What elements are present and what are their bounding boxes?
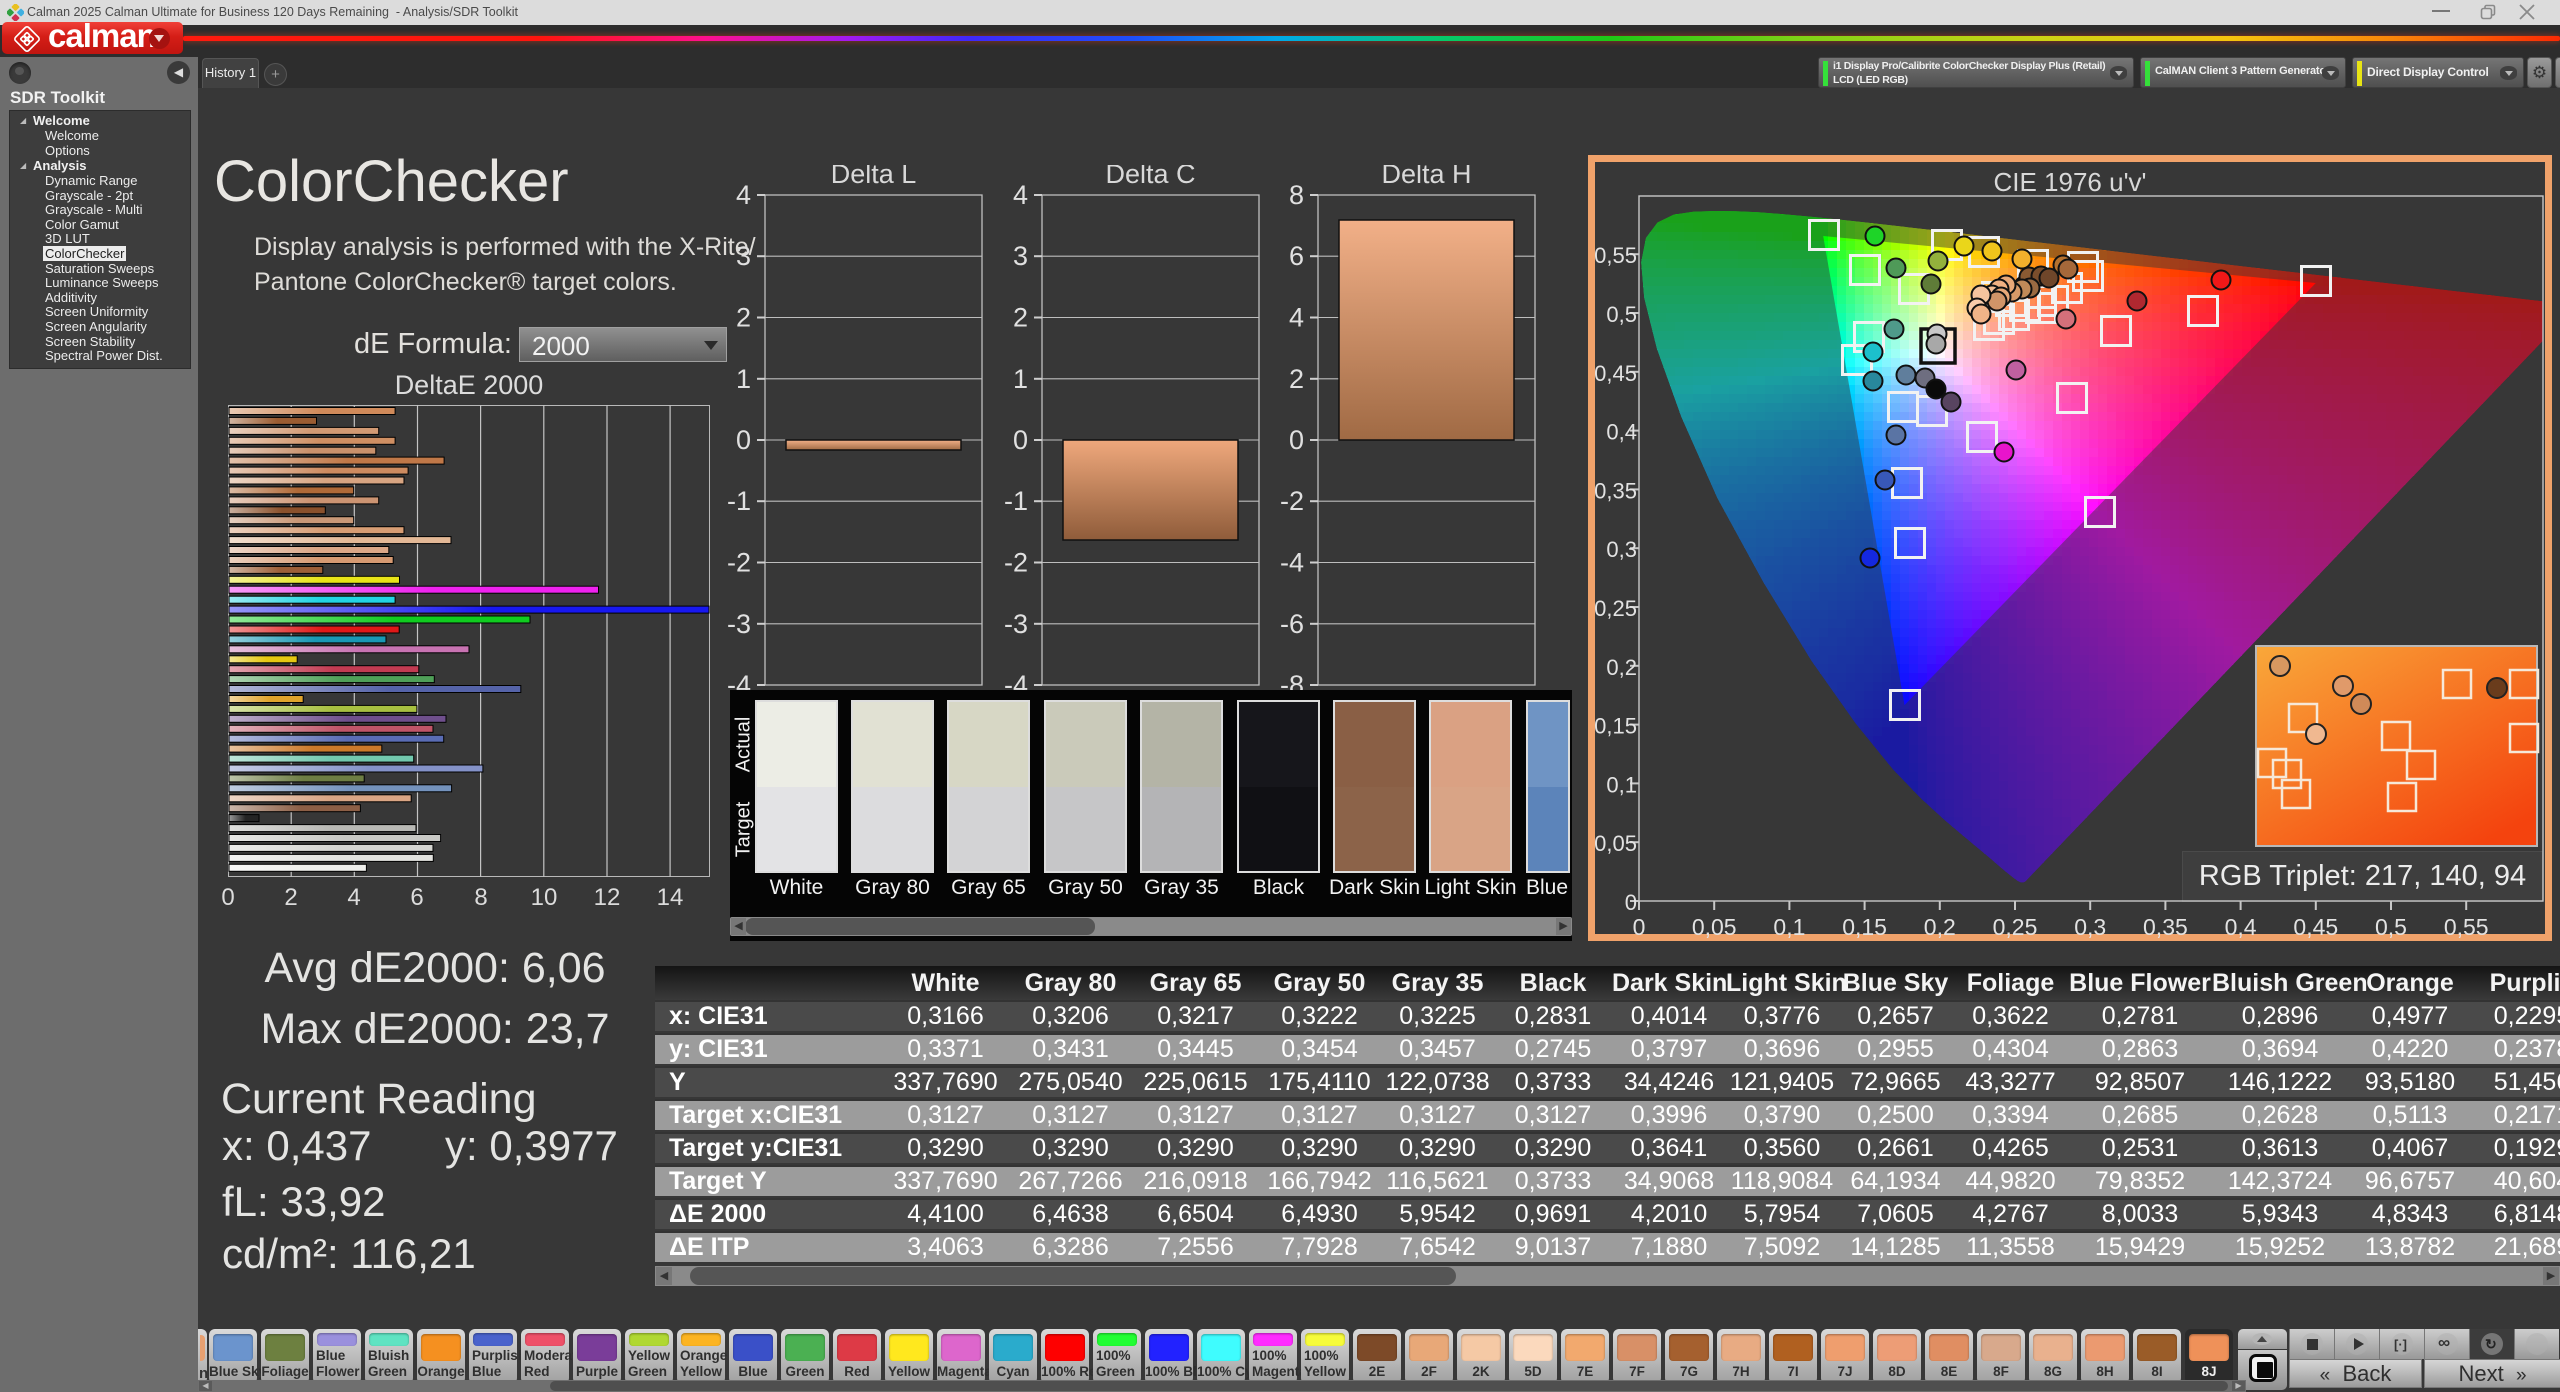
svg-text:3: 3 <box>1013 241 1028 271</box>
svg-text:-2: -2 <box>727 548 751 578</box>
svg-text:-3: -3 <box>727 609 751 639</box>
svg-text:0,1: 0,1 <box>1773 914 1805 940</box>
svg-text:0,55: 0,55 <box>2444 914 2489 940</box>
svg-text:3: 3 <box>736 241 751 271</box>
svg-text:0,1: 0,1 <box>1606 772 1637 797</box>
svg-text:0,55: 0,55 <box>1594 243 1637 268</box>
svg-text:0: 0 <box>1289 425 1304 455</box>
svg-text:0,05: 0,05 <box>1692 914 1737 940</box>
svg-text:0,35: 0,35 <box>1594 478 1637 503</box>
svg-text:Delta C: Delta C <box>1105 165 1195 189</box>
svg-text:2: 2 <box>1013 303 1028 333</box>
svg-text:-1: -1 <box>727 486 751 516</box>
svg-text:0: 0 <box>1633 914 1646 940</box>
svg-text:4: 4 <box>1289 303 1304 333</box>
svg-text:0,35: 0,35 <box>2143 914 2188 940</box>
svg-text:6: 6 <box>1289 241 1304 271</box>
svg-text:0: 0 <box>1013 425 1028 455</box>
svg-text:0,45: 0,45 <box>2293 914 2338 940</box>
svg-text:0,2: 0,2 <box>1924 914 1956 940</box>
svg-text:0,15: 0,15 <box>1842 914 1887 940</box>
svg-text:0: 0 <box>736 425 751 455</box>
svg-text:0,05: 0,05 <box>1594 831 1637 856</box>
svg-text:1: 1 <box>736 364 751 394</box>
svg-text:0,3: 0,3 <box>1606 537 1637 562</box>
svg-text:-6: -6 <box>1280 609 1304 639</box>
svg-text:0,5: 0,5 <box>1606 302 1637 327</box>
svg-text:2: 2 <box>1289 364 1304 394</box>
svg-text:0,25: 0,25 <box>1993 914 2038 940</box>
svg-text:0,3: 0,3 <box>2074 914 2106 940</box>
svg-text:-2: -2 <box>1280 486 1304 516</box>
svg-text:Delta L: Delta L <box>831 165 917 189</box>
svg-text:4: 4 <box>736 180 751 210</box>
svg-text:0,15: 0,15 <box>1594 714 1637 739</box>
svg-text:8: 8 <box>1289 180 1304 210</box>
svg-text:-1: -1 <box>1004 486 1028 516</box>
svg-text:Delta H: Delta H <box>1381 165 1471 189</box>
svg-text:-2: -2 <box>1004 548 1028 578</box>
svg-text:4: 4 <box>1013 180 1028 210</box>
svg-text:0,4: 0,4 <box>1606 420 1637 445</box>
svg-text:1: 1 <box>1013 364 1028 394</box>
svg-text:0,25: 0,25 <box>1594 596 1637 621</box>
svg-text:0,2: 0,2 <box>1606 655 1637 680</box>
svg-text:0: 0 <box>1625 890 1637 915</box>
svg-text:0,4: 0,4 <box>2225 914 2257 940</box>
svg-text:-4: -4 <box>1280 548 1304 578</box>
svg-text:0,45: 0,45 <box>1594 361 1637 386</box>
svg-text:-3: -3 <box>1004 609 1028 639</box>
svg-text:2: 2 <box>736 303 751 333</box>
svg-text:0,5: 0,5 <box>2375 914 2407 940</box>
